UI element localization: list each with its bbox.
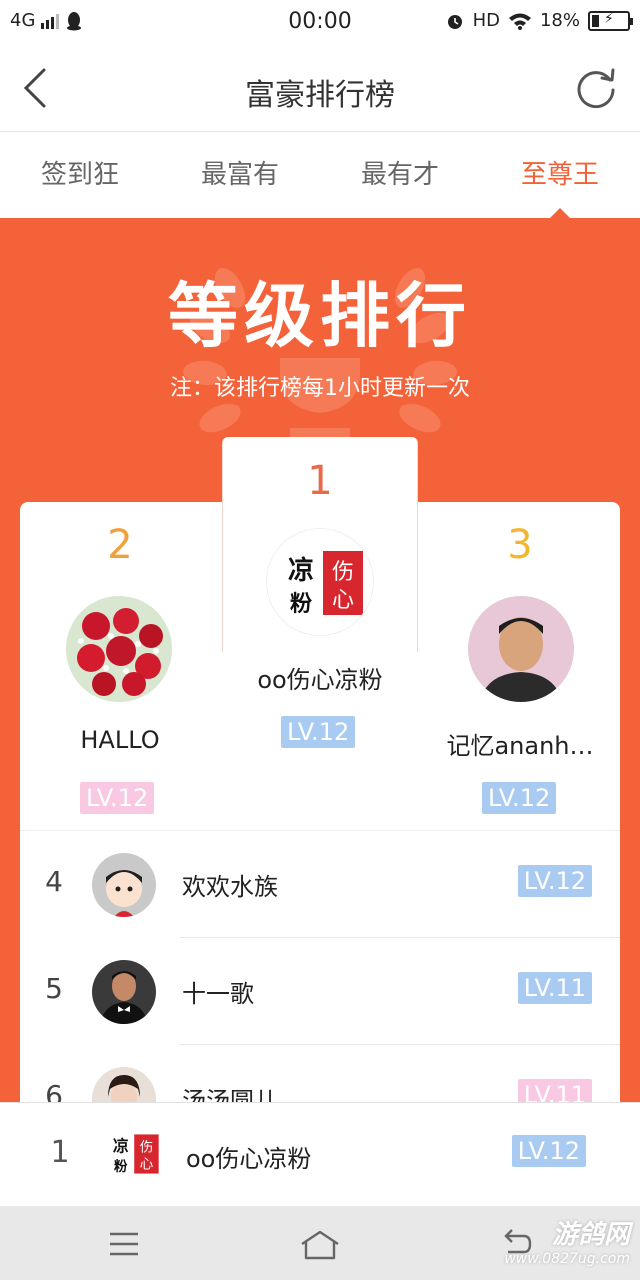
refresh-icon[interactable] xyxy=(572,64,620,112)
rank-list: 4 欢欢水族 LV.12 5 十一歌 LV.11 6 汤汤圆儿 LV.11 xyxy=(20,830,620,1102)
my-rank-number: 1 xyxy=(50,1135,70,1170)
list-item[interactable]: 5 十一歌 LV.11 xyxy=(20,938,620,1045)
list-rank: 5 xyxy=(45,972,63,1005)
tab-label: 签到狂 xyxy=(40,160,119,190)
avatar-3[interactable] xyxy=(468,596,574,702)
list-item[interactable]: 4 欢欢水族 LV.12 xyxy=(20,831,620,938)
watermark-url: www.0827ug.com xyxy=(504,1251,630,1267)
rose-bouquet-icon xyxy=(66,596,172,702)
svg-text:心: 心 xyxy=(332,588,354,613)
level-badge-3: LV.12 xyxy=(482,782,557,814)
hd-label: HD xyxy=(472,10,500,31)
status-bar: 4G 00:00 HD 18% ⚡ xyxy=(0,0,640,44)
man-in-suit-icon xyxy=(92,960,156,1024)
list-name: 汤汤圆儿 xyxy=(182,1087,278,1102)
svg-text:粉: 粉 xyxy=(114,1158,128,1175)
header: 富豪排行榜 xyxy=(0,44,640,132)
cartoon-boy-icon xyxy=(92,853,156,917)
home-icon[interactable] xyxy=(298,1224,342,1264)
podium-name-1: oo伤心凉粉 xyxy=(257,666,383,694)
svg-text:心: 心 xyxy=(140,1157,153,1173)
battery-charging-icon: ⚡ xyxy=(588,10,633,31)
system-nav-bar: 游鸽网 www.0827ug.com xyxy=(0,1206,640,1280)
page-title: 富豪排行榜 xyxy=(245,78,395,113)
list-avatar xyxy=(92,1067,156,1102)
battery-percent: 18% xyxy=(539,10,580,31)
watermark-title: 游鸽网 xyxy=(551,1220,630,1250)
wifi-icon xyxy=(508,13,531,30)
list-name: 十一歌 xyxy=(182,980,254,1008)
my-rank-bar[interactable]: 1 伤 心 凉 粉 oo伤心凉粉 LV.12 xyxy=(0,1102,640,1206)
list-level-badge: LV.11 xyxy=(517,972,592,1004)
avatar-1[interactable]: 伤 心 凉 粉 xyxy=(266,528,374,636)
tab-label: 最有才 xyxy=(360,160,439,190)
list-level-badge: LV.12 xyxy=(517,865,592,897)
person-photo-icon xyxy=(468,596,574,702)
my-name: oo伤心凉粉 xyxy=(186,1145,312,1173)
rank-number-2: 2 xyxy=(107,522,133,568)
svg-text:伤: 伤 xyxy=(140,1140,153,1156)
podium-name-2: HALLO xyxy=(80,726,160,754)
tab-bar: 签到狂 最富有 最有才 至尊王 xyxy=(0,133,640,218)
svg-text:粉: 粉 xyxy=(290,591,312,617)
list-name: 欢欢水族 xyxy=(182,873,278,901)
svg-text:凉: 凉 xyxy=(113,1137,129,1156)
podium-name-3: 记忆ananh… xyxy=(446,732,594,760)
tab-talented[interactable]: 最有才 xyxy=(320,133,480,218)
update-note: 注：该排行榜每1小时更新一次 xyxy=(170,376,470,401)
watermark: 游鸽网 www.0827ug.com xyxy=(504,1214,630,1267)
level-badge-1: LV.12 xyxy=(281,716,356,748)
rank-number-1: 1 xyxy=(307,458,333,504)
tab-checkin[interactable]: 签到狂 xyxy=(0,133,160,218)
my-avatar: 伤 心 凉 粉 xyxy=(100,1121,166,1187)
status-right: HD 18% ⚡ xyxy=(445,10,633,31)
tab-richest[interactable]: 最富有 xyxy=(160,133,320,218)
banner-title: 等级排行 xyxy=(168,275,472,357)
list-avatar xyxy=(92,960,156,1024)
rank-number-3: 3 xyxy=(507,522,533,568)
level-badge-2: LV.12 xyxy=(80,782,155,814)
list-item[interactable]: 6 汤汤圆儿 LV.11 xyxy=(20,1045,620,1102)
list-rank: 6 xyxy=(45,1079,63,1102)
list-level-badge: LV.11 xyxy=(517,1079,592,1102)
avatar-2[interactable] xyxy=(66,596,172,702)
svg-text:伤: 伤 xyxy=(332,560,354,585)
list-avatar xyxy=(92,853,156,917)
calligraphy-logo-icon: 伤 心 凉 粉 xyxy=(100,1121,166,1187)
menu-icon[interactable] xyxy=(104,1224,144,1264)
list-rank: 4 xyxy=(45,865,63,898)
tab-label: 至尊王 xyxy=(520,160,599,190)
my-level-badge: LV.12 xyxy=(511,1135,586,1167)
alarm-icon xyxy=(447,14,462,29)
tab-label: 最富有 xyxy=(200,160,279,190)
active-tab-caret xyxy=(550,208,570,218)
woman-photo-icon xyxy=(92,1067,156,1102)
calligraphy-logo-icon: 伤 心 凉 粉 xyxy=(267,529,373,635)
tab-supreme[interactable]: 至尊王 xyxy=(480,133,640,218)
svg-text:凉: 凉 xyxy=(288,556,314,586)
